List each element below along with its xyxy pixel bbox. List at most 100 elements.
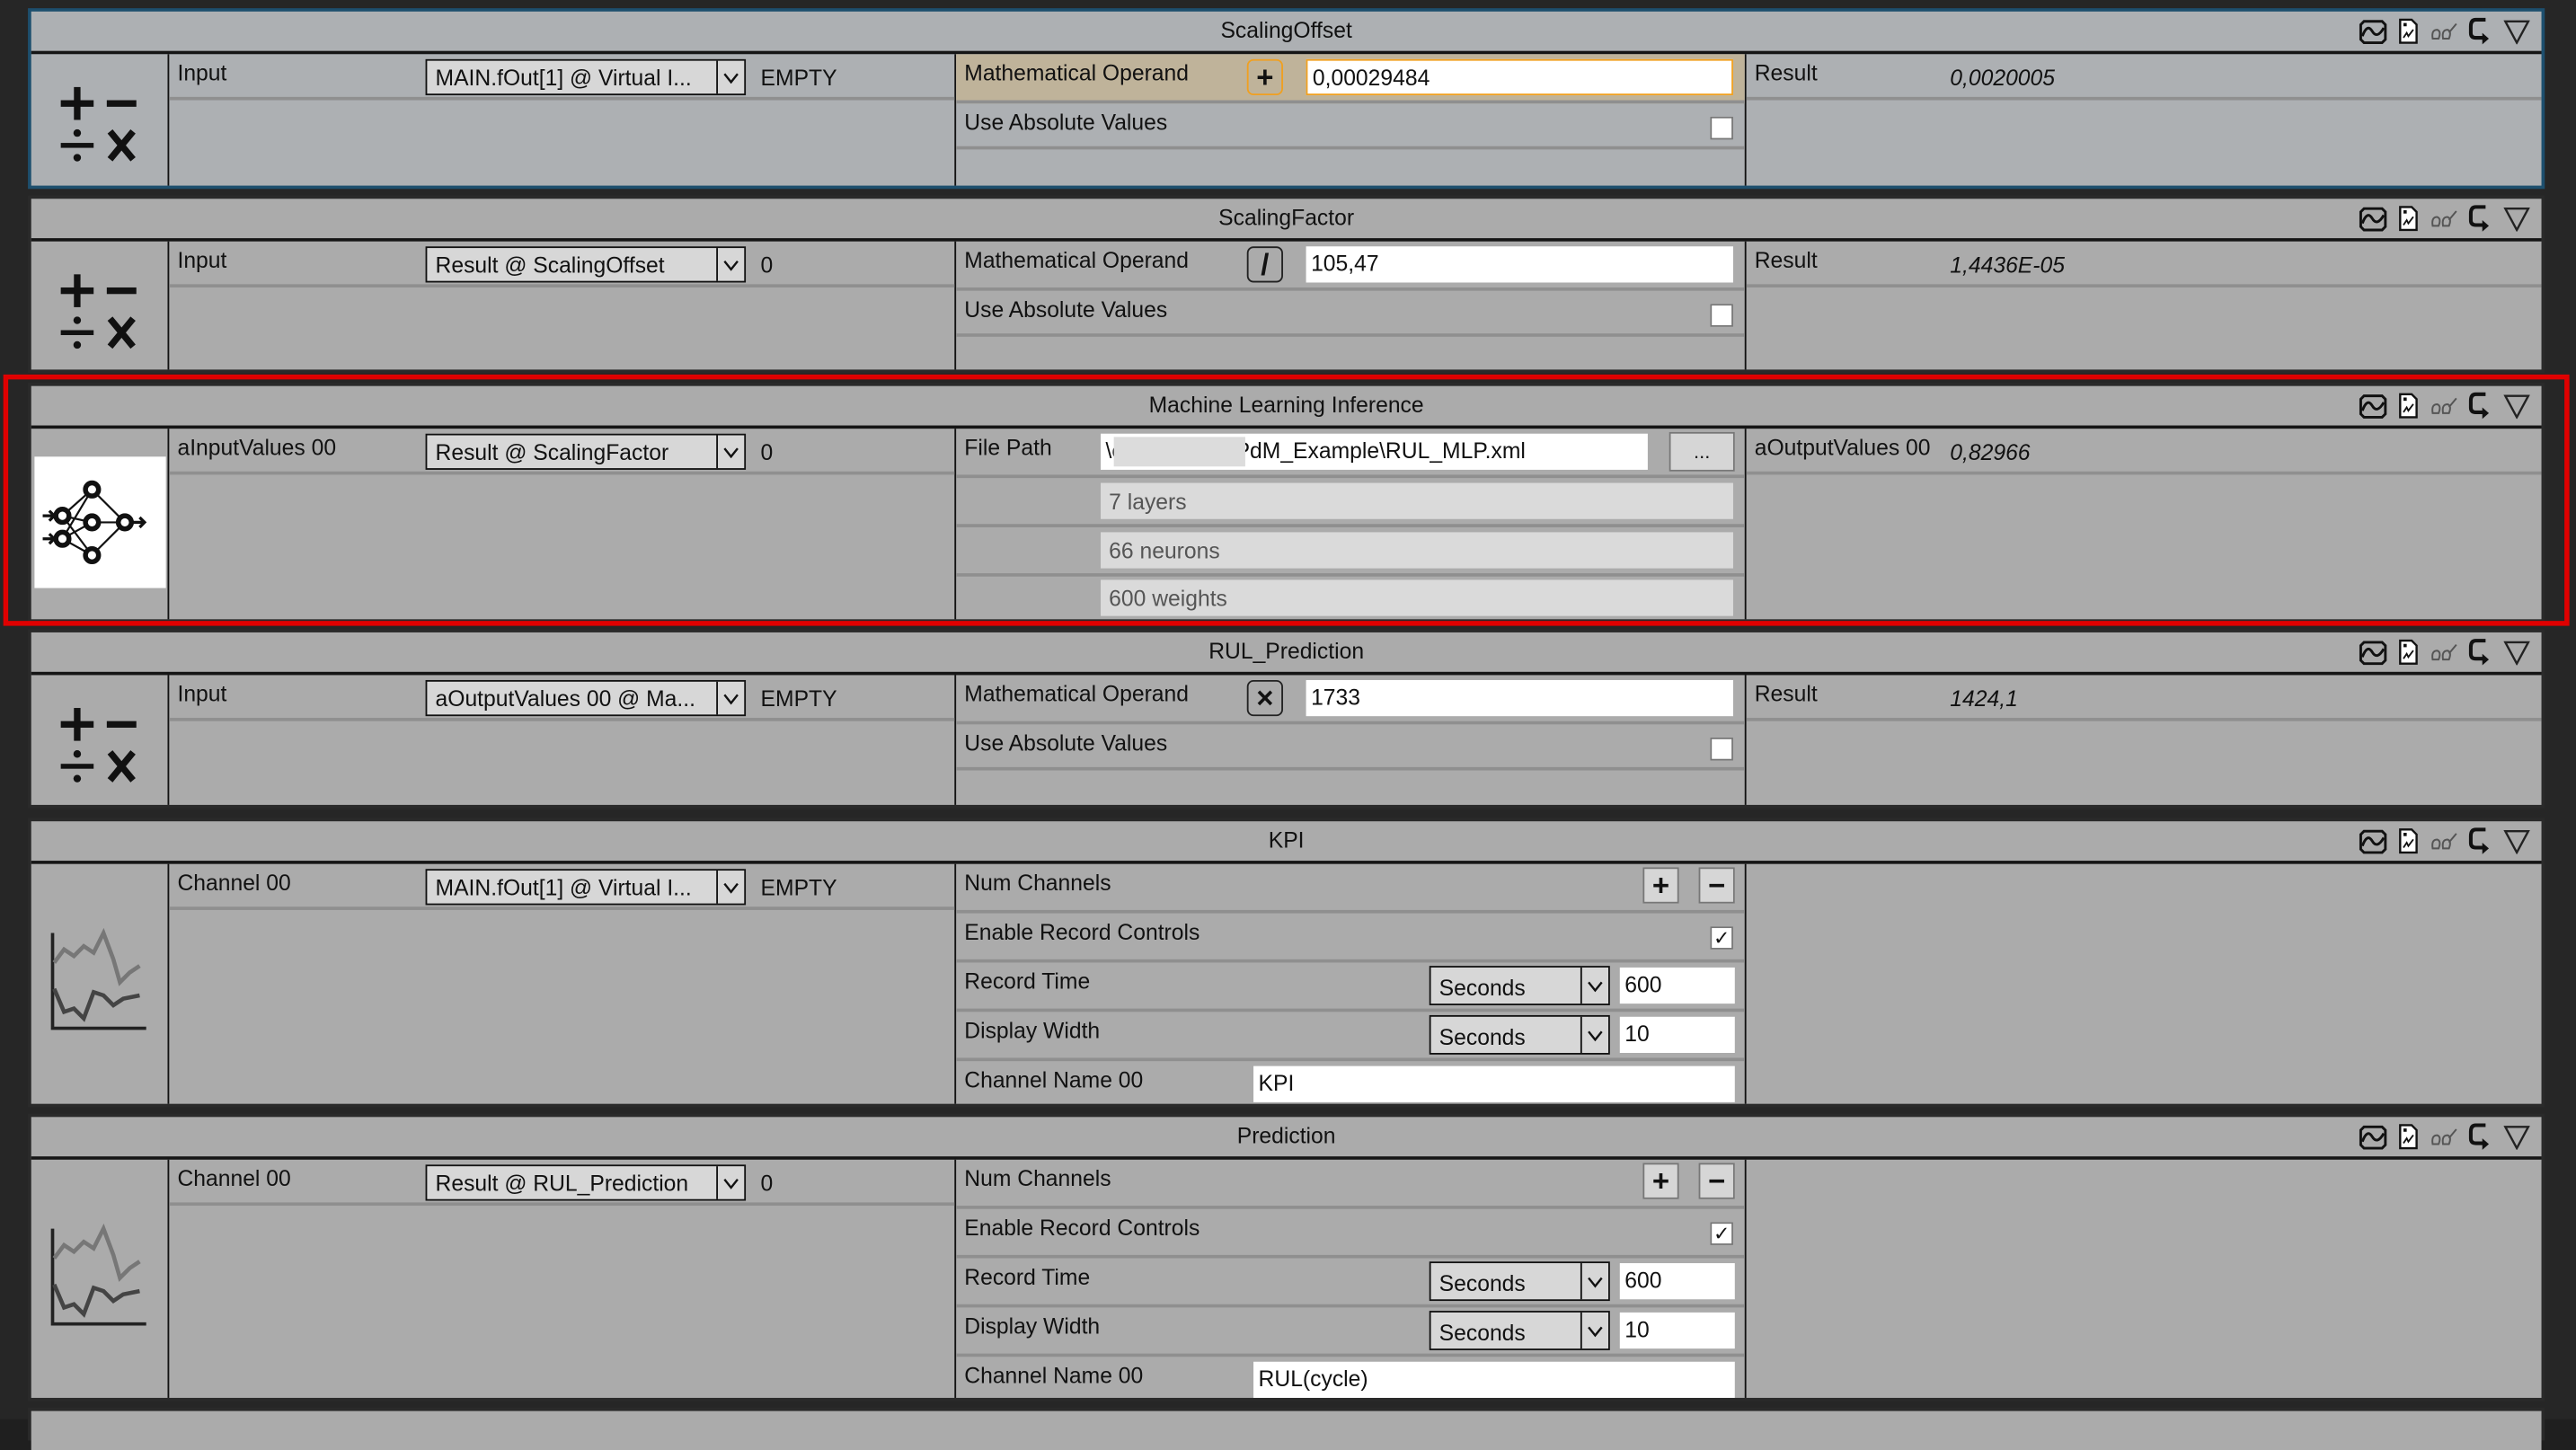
scope-view-icon[interactable]: [2358, 16, 2387, 46]
display-width-unit-value: Seconds: [1438, 1024, 1526, 1050]
glasses-icon[interactable]: [2430, 1122, 2459, 1152]
block-header[interactable]: ScalingOffset: [31, 11, 2542, 55]
block-header[interactable]: ScalingFactor: [31, 199, 2542, 242]
collapse-icon[interactable]: [2502, 1122, 2532, 1152]
chevron-down-icon[interactable]: [716, 681, 744, 715]
collapse-icon[interactable]: [2502, 827, 2532, 856]
input-source-dropdown[interactable]: Result @ ScalingFactor: [425, 433, 747, 470]
glasses-icon[interactable]: [2430, 637, 2459, 667]
redirect-icon[interactable]: [2465, 827, 2495, 856]
block-header[interactable]: Prediction: [31, 1117, 2542, 1160]
remove-channel-button[interactable]: −: [1698, 1163, 1735, 1199]
block-header[interactable]: RUL_Prediction: [31, 632, 2542, 676]
abs-values-checkbox[interactable]: [1710, 304, 1733, 327]
minus-icon: −: [1708, 868, 1726, 901]
export-icon[interactable]: [2394, 204, 2423, 234]
operator-symbol: /: [1261, 247, 1270, 280]
channel-name-input[interactable]: KPI: [1253, 1065, 1735, 1102]
operand-input[interactable]: 0,00029484: [1306, 58, 1733, 96]
display-width-unit-dropdown[interactable]: Seconds: [1429, 1311, 1610, 1350]
glasses-icon[interactable]: [2430, 391, 2459, 420]
export-icon[interactable]: [2394, 637, 2423, 667]
chevron-down-icon[interactable]: [716, 1166, 744, 1199]
channel-name-input[interactable]: RUL(cycle): [1253, 1361, 1735, 1398]
glasses-icon[interactable]: [2430, 16, 2459, 46]
record-time-unit-dropdown[interactable]: Seconds: [1429, 966, 1610, 1005]
chevron-down-icon[interactable]: [716, 248, 744, 281]
add-channel-button[interactable]: +: [1642, 1163, 1679, 1199]
abs-values-checkbox[interactable]: [1710, 737, 1733, 761]
chevron-down-icon[interactable]: [1580, 1016, 1608, 1054]
input-source-dropdown[interactable]: MAIN.fOut[1] @ Virtual I...: [425, 58, 747, 96]
record-time-input[interactable]: 600: [1619, 967, 1735, 1004]
block-prediction[interactable]: Prediction Channel 00 Result @ RUL_Predi…: [28, 1113, 2545, 1401]
operator-add-button[interactable]: +: [1246, 58, 1283, 96]
channel-source-dropdown[interactable]: MAIN.fOut[1] @ Virtual I...: [425, 869, 747, 906]
block-scaling-factor[interactable]: ScalingFactor Input Result @ ScalingOffs…: [28, 195, 2545, 374]
math-operations-icon: [60, 86, 137, 162]
block-kpi[interactable]: KPI Channel 00 MAIN.fOut[1] @ Virtual I.…: [28, 818, 2545, 1108]
chevron-down-icon[interactable]: [1580, 967, 1608, 1004]
input-value: EMPTY: [760, 686, 837, 712]
redirect-icon[interactable]: [2465, 1122, 2495, 1152]
operator-multiply-button[interactable]: ×: [1246, 679, 1283, 717]
display-width-unit-value: Seconds: [1438, 1321, 1526, 1346]
abs-values-checkbox[interactable]: [1710, 116, 1733, 140]
export-icon[interactable]: [2394, 16, 2423, 46]
operator-divide-button[interactable]: /: [1246, 246, 1283, 283]
add-channel-button[interactable]: +: [1642, 867, 1679, 904]
glasses-icon[interactable]: [2430, 204, 2459, 234]
collapse-icon[interactable]: [2502, 204, 2532, 234]
collapse-icon[interactable]: [2502, 391, 2532, 420]
export-icon[interactable]: [2394, 391, 2423, 420]
browse-label: ...: [1694, 440, 1711, 464]
block-partial[interactable]: [28, 1407, 2545, 1450]
collapse-icon[interactable]: [2502, 16, 2532, 46]
operand-input[interactable]: 1733: [1306, 679, 1733, 717]
scope-view-icon[interactable]: [2358, 204, 2387, 234]
redirect-icon[interactable]: [2465, 204, 2495, 234]
display-width-input[interactable]: 10: [1619, 1312, 1735, 1349]
enable-record-checkbox[interactable]: ✓: [1710, 926, 1733, 950]
redirect-icon[interactable]: [2465, 16, 2495, 46]
block-toolbar: [2358, 204, 2532, 234]
display-width-input[interactable]: 10: [1619, 1016, 1735, 1054]
browse-button[interactable]: ...: [1669, 431, 1735, 472]
collapse-icon[interactable]: [2502, 637, 2532, 667]
block-rul-prediction[interactable]: RUL_Prediction Input aOutputValues 00 @ …: [28, 629, 2545, 809]
export-icon[interactable]: [2394, 827, 2423, 856]
chevron-down-icon[interactable]: [716, 435, 744, 469]
scope-view-icon[interactable]: [2358, 391, 2387, 420]
block-header[interactable]: KPI: [31, 821, 2542, 864]
record-time-input[interactable]: 600: [1619, 1263, 1735, 1300]
redirect-icon[interactable]: [2465, 637, 2495, 667]
block-title: ScalingOffset: [1220, 18, 1352, 43]
input-source-dropdown[interactable]: aOutputValues 00 @ Ma...: [425, 679, 747, 717]
scope-view-icon[interactable]: [2358, 827, 2387, 856]
chevron-down-icon[interactable]: [1580, 1263, 1608, 1300]
block-scaling-offset[interactable]: ScalingOffset Input MAIN.fOut[1] @ Virtu…: [28, 8, 2545, 190]
redirect-icon[interactable]: [2465, 391, 2495, 420]
enable-record-checkbox[interactable]: ✓: [1710, 1222, 1733, 1245]
export-icon[interactable]: [2394, 1122, 2423, 1152]
scope-view-icon[interactable]: [2358, 637, 2387, 667]
remove-channel-button[interactable]: −: [1698, 867, 1735, 904]
operand-input[interactable]: 105,47: [1306, 246, 1733, 283]
chevron-down-icon[interactable]: [716, 871, 744, 904]
check-icon: ✓: [1713, 926, 1731, 950]
scope-view-icon[interactable]: [2358, 1122, 2387, 1152]
display-width-label: Display Width: [964, 1313, 1101, 1339]
block-header[interactable]: [31, 1410, 2542, 1450]
block-header[interactable]: Machine Learning Inference: [31, 385, 2542, 429]
channel-source-dropdown[interactable]: Result @ RUL_Prediction: [425, 1164, 747, 1201]
record-time-unit-dropdown[interactable]: Seconds: [1429, 1261, 1610, 1302]
display-width-unit-dropdown[interactable]: Seconds: [1429, 1014, 1610, 1055]
abs-values-label: Use Absolute Values: [964, 110, 1168, 135]
block-ml-inference[interactable]: Machine Learning Inference aInputValues …: [28, 383, 2545, 623]
chevron-down-icon[interactable]: [1580, 1312, 1608, 1349]
input-source-dropdown[interactable]: Result @ ScalingOffset: [425, 246, 747, 283]
chevron-down-icon[interactable]: [716, 60, 744, 94]
result-value: 1424,1: [1950, 686, 2018, 712]
block-toolbar: [2358, 1122, 2532, 1152]
glasses-icon[interactable]: [2430, 827, 2459, 856]
